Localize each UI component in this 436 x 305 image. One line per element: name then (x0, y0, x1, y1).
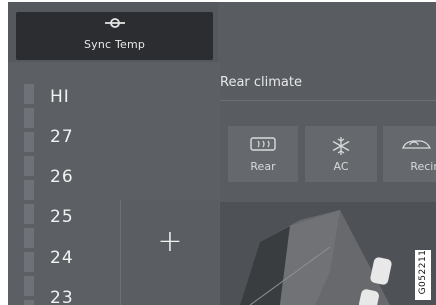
temp-increase-button[interactable]: + (120, 200, 219, 305)
temp-option-27[interactable]: 27 (50, 127, 110, 153)
rear-defrost-icon (250, 137, 276, 151)
rear-defrost-button[interactable]: Rear (228, 126, 298, 182)
snowflake-icon (332, 137, 350, 155)
cabin-illustration (220, 202, 436, 305)
ac-button[interactable]: AC (305, 126, 377, 182)
sync-temp-button[interactable]: Sync Temp (16, 12, 213, 60)
temp-option-24[interactable]: 24 (50, 248, 110, 274)
sync-temp-label: Sync Temp (83, 38, 146, 51)
sync-temp-icon (105, 18, 125, 28)
figure-code: G052211 (415, 250, 431, 300)
recirculation-button[interactable]: Recirc (383, 126, 436, 182)
climate-screen: Sync Temp HI 27 26 25 24 23 + Rear clima… (8, 2, 436, 305)
temp-option-hi[interactable]: HI (50, 87, 110, 113)
recirculation-icon (402, 140, 432, 149)
recirculation-label: Recirc (410, 160, 436, 173)
plus-icon: + (157, 224, 183, 259)
temp-option-25[interactable]: 25 (50, 207, 110, 233)
ac-label: AC (333, 160, 349, 173)
temp-option-23[interactable]: 23 (50, 288, 110, 305)
header-divider (220, 100, 436, 101)
temp-option-26[interactable]: 26 (50, 167, 110, 193)
temperature-slider[interactable] (24, 84, 34, 305)
rear-climate-title: Rear climate (220, 75, 302, 90)
rear-defrost-label: Rear (250, 160, 276, 173)
